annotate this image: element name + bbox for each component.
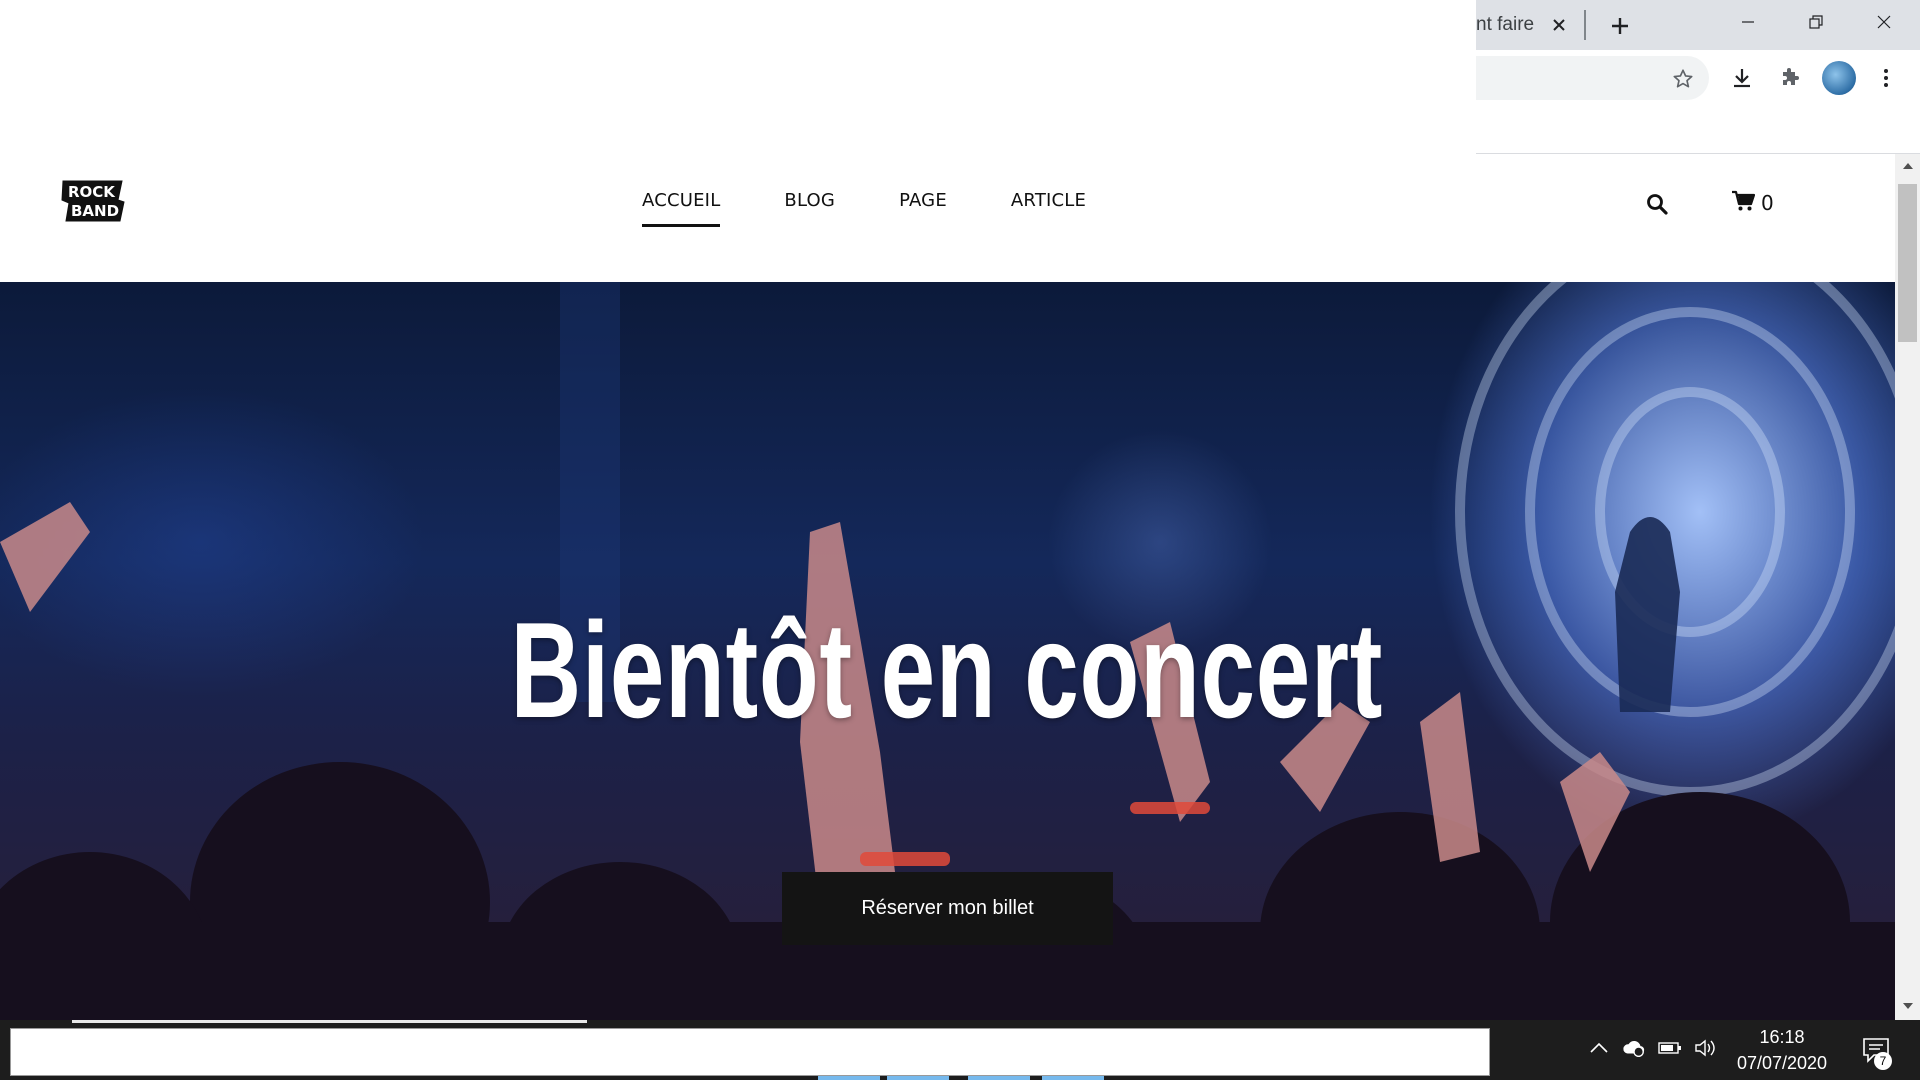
onedrive-icon[interactable] <box>1622 1036 1646 1060</box>
search-icon[interactable] <box>1643 190 1671 218</box>
taskbar-app-indicator <box>1042 1076 1104 1080</box>
hero-title: Bientôt en concert <box>510 594 1384 746</box>
nav-item-accueil[interactable]: ACCUEIL <box>642 190 721 227</box>
taskbar-clock[interactable]: 16:18 07/07/2020 <box>1722 1024 1842 1076</box>
taskbar-search-box[interactable] <box>10 1028 1490 1076</box>
tab-separator <box>1584 10 1586 40</box>
restore-icon[interactable] <box>1782 0 1850 44</box>
menu-dots-icon[interactable] <box>1870 62 1902 94</box>
taskbar-app-indicator <box>818 1076 880 1080</box>
nav-item-blog[interactable]: BLOG <box>784 190 835 219</box>
main-nav: ACCUEIL BLOG PAGE ARTICLE <box>642 190 1150 227</box>
extensions-icon[interactable] <box>1774 62 1806 94</box>
scroll-up-icon[interactable] <box>1900 158 1916 174</box>
rock-band-logo[interactable]: ROCK BAND <box>60 178 126 224</box>
taskbar-highlight <box>72 1020 587 1023</box>
taskbar-app-indicator <box>887 1076 949 1080</box>
cart-button[interactable]: 0 <box>1731 188 1774 218</box>
notification-count: 7 <box>1874 1052 1892 1070</box>
volume-icon[interactable] <box>1694 1036 1718 1060</box>
nav-item-article[interactable]: ARTICLE <box>1011 190 1086 219</box>
clock-date: 07/07/2020 <box>1736 1053 1828 1073</box>
browser-blank-area <box>0 0 1476 154</box>
chevron-up-icon[interactable] <box>1587 1036 1611 1060</box>
scroll-down-icon[interactable] <box>1900 998 1916 1014</box>
svg-text:ROCK: ROCK <box>68 183 116 201</box>
tab-close-icon[interactable] <box>1546 12 1572 38</box>
download-icon[interactable] <box>1726 62 1758 94</box>
taskbar-app-indicator <box>968 1076 1030 1080</box>
minimize-icon[interactable] <box>1714 0 1782 44</box>
tab-title: nt faire <box>1476 14 1535 35</box>
clock-time: 16:18 <box>1759 1027 1805 1047</box>
star-icon[interactable] <box>1668 64 1698 94</box>
battery-icon[interactable] <box>1658 1036 1682 1060</box>
book-ticket-button[interactable]: Réserver mon billet <box>782 872 1113 945</box>
scrollbar-thumb[interactable] <box>1898 184 1917 342</box>
cart-count: 0 <box>1761 191 1774 215</box>
close-icon[interactable] <box>1850 0 1918 44</box>
profile-avatar[interactable] <box>1822 61 1856 95</box>
svg-text:BAND: BAND <box>71 202 119 220</box>
nav-item-page[interactable]: PAGE <box>899 190 947 219</box>
cart-icon <box>1731 190 1756 217</box>
new-tab-icon[interactable] <box>1604 10 1636 42</box>
